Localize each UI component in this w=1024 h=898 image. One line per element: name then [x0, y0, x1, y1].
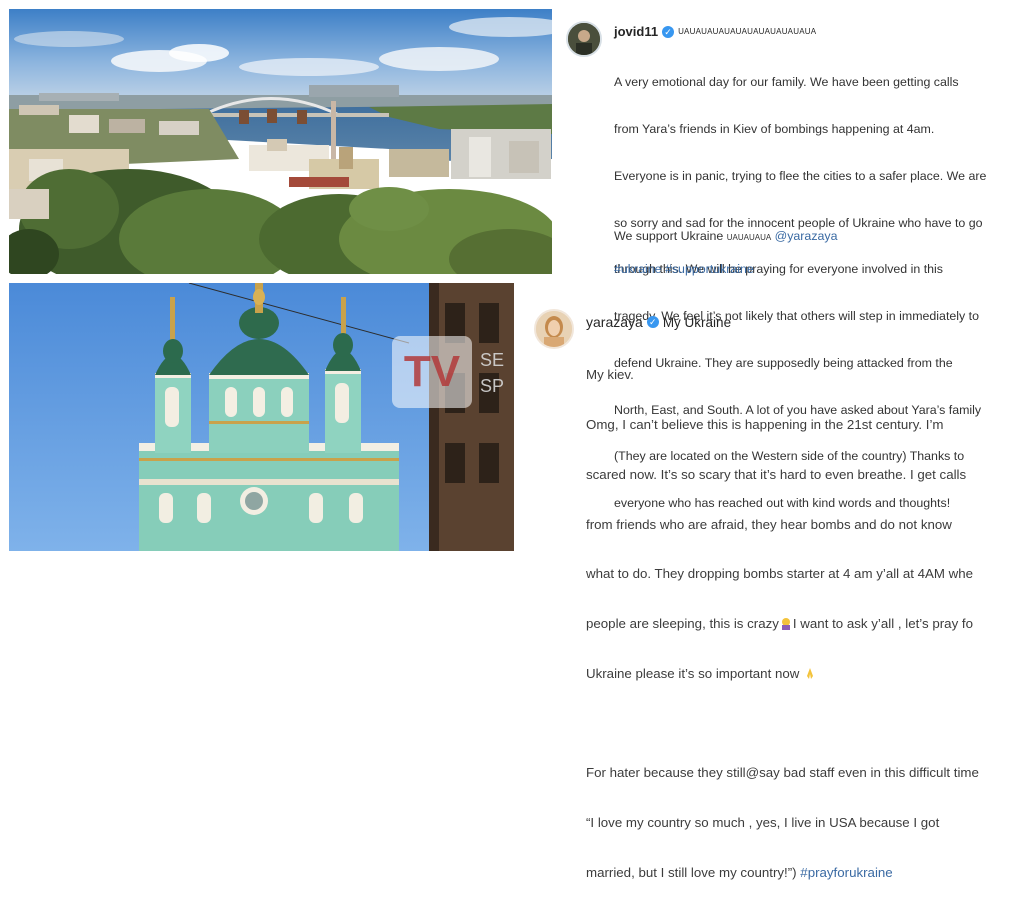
watermark-logo: TV — [404, 347, 461, 396]
caption-line: My kiev. — [586, 367, 634, 383]
username-yarazaya[interactable]: yarazaya — [586, 314, 643, 330]
post2-caption: My kiev. Omg, I can’t believe this is ha… — [586, 334, 1022, 898]
caption-line: from Yara’s friends in Kiev of bombings … — [614, 121, 935, 136]
post2-header: yarazaya ✓ My Ukraine — [586, 314, 731, 330]
caption-line — [586, 716, 1022, 733]
username-suffix: My Ukraine — [662, 314, 732, 330]
verified-badge-icon: ✓ — [646, 316, 659, 328]
caption-line: scared now. It’s so scary that it’s hard… — [586, 466, 967, 482]
caption-text: Ukraine please it’s so important now — [586, 665, 800, 681]
kyiv-panorama-photo — [9, 9, 552, 274]
caption-line: married, but I still love my country!”) … — [586, 865, 1022, 882]
caption-line: For hater because they still@say bad sta… — [586, 765, 979, 781]
caption-line: “I love my country so much , yes, I live… — [586, 815, 940, 831]
st-andrews-church-photo — [9, 283, 514, 551]
caption-line: Ukraine please it’s so important now — [586, 666, 1022, 683]
person-gesturing-emoji-icon — [781, 618, 790, 631]
caption-text: people are sleeping, this is crazy — [586, 616, 779, 632]
mention-yarazaya[interactable]: @yarazaya — [775, 229, 838, 243]
username-jovid11[interactable]: jovid11 — [614, 24, 658, 39]
caption-line: from friends who are afraid, they hear b… — [586, 516, 952, 532]
praying-hands-emoji-icon — [807, 667, 814, 679]
verified-badge-icon: ✓ — [662, 25, 675, 38]
svg-text:SP: SP — [480, 376, 504, 396]
post1-hashtags[interactable]: #ukraine #supportukraine — [614, 262, 754, 276]
hashtag-prayforukraine[interactable]: #prayforukraine — [800, 865, 892, 880]
caption-line: Everyone is in panic, trying to flee the… — [614, 168, 987, 183]
caption-line: A very emotional day for our family. We … — [614, 75, 959, 90]
caption-line: what to do. They dropping bombs starter … — [586, 566, 974, 582]
tv-watermark: TV SE SP — [388, 330, 528, 415]
support-line: We support Ukraine UAUAUAUA @yarazaya — [614, 229, 838, 243]
support-text: We support Ukraine — [614, 229, 724, 243]
support-flags: UAUAUAUA — [726, 233, 772, 242]
jovid11-avatar[interactable] — [566, 21, 602, 57]
caption-line: Omg, I can’t believe this is happening i… — [586, 416, 944, 432]
username-suffix: UAUAUAUAUAUAUAUAUAUAUAUA — [678, 27, 817, 36]
post1-header: jovid11 ✓ UAUAUAUAUAUAUAUAUAUAUAUA — [614, 24, 816, 39]
caption-text: married, but I still love my country!”) — [586, 865, 797, 880]
caption-text: I want to ask y’all , let’s pray fo — [792, 616, 974, 632]
caption-line: people are sleeping, this is crazy I want… — [586, 616, 1022, 633]
svg-text:SE: SE — [480, 350, 504, 370]
yarazaya-avatar[interactable] — [534, 309, 574, 349]
